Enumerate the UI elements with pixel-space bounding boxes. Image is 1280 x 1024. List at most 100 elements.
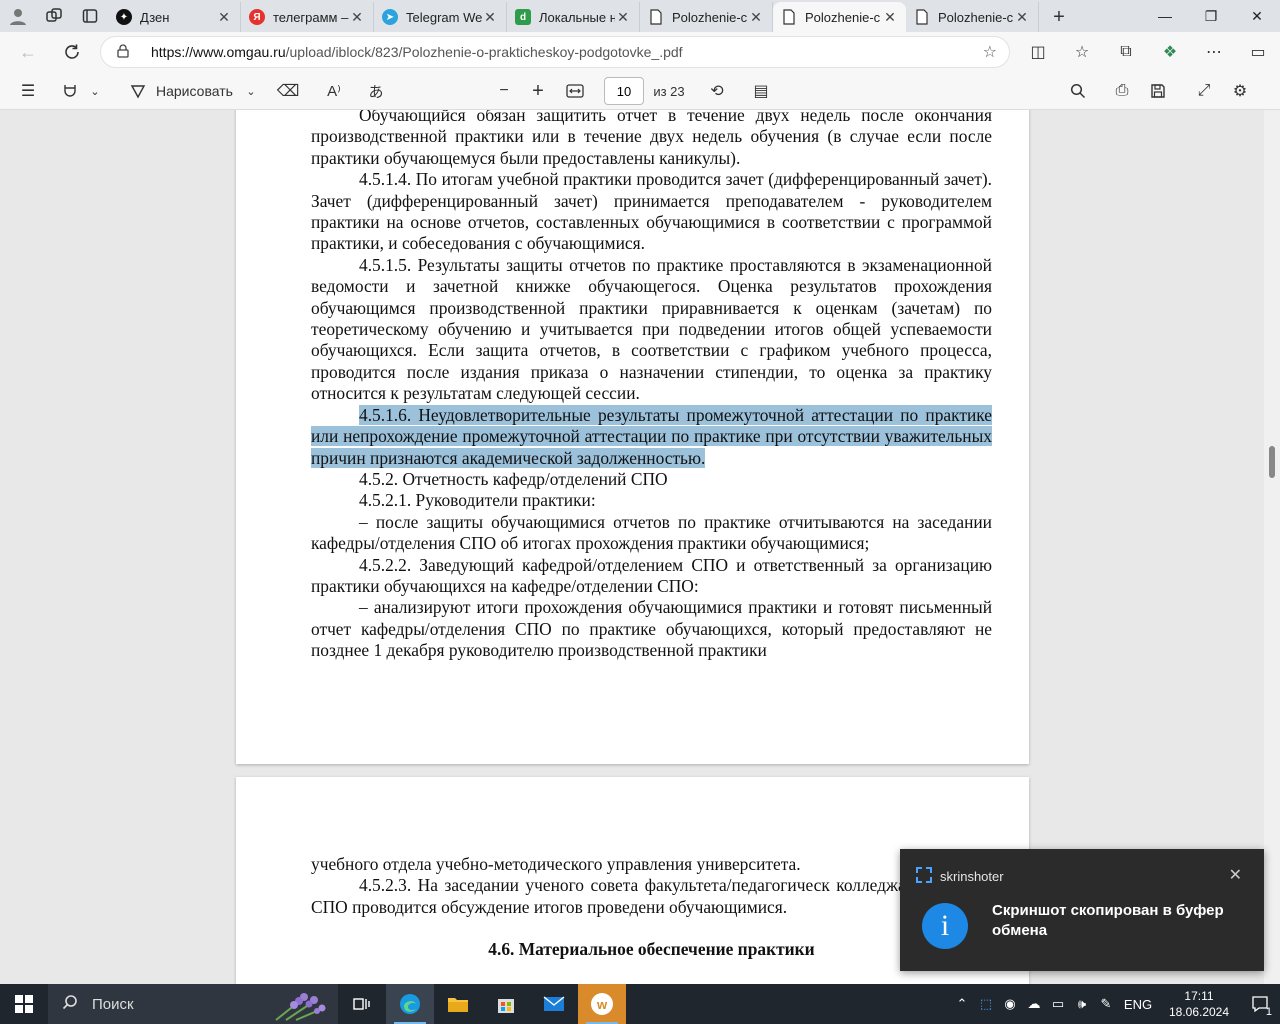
close-icon[interactable]: ✕ (482, 9, 498, 26)
toast-message: Скриншот скопирован в буфер обмена (992, 902, 1224, 939)
search-icon[interactable] (1064, 72, 1092, 110)
language-indicator[interactable]: ENG (1118, 997, 1158, 1012)
notification-toast[interactable]: skrinshoter ✕ i Скриншот скопирован в бу… (900, 849, 1264, 971)
paragraph: 4.5.2.3. На заседании ученого совета фак… (311, 875, 992, 917)
more-menu-icon[interactable]: ⋯ (1192, 32, 1236, 72)
edge-browser-icon[interactable] (386, 984, 434, 1024)
tab-telegram[interactable]: ➤ Telegram We ✕ (374, 2, 507, 32)
close-icon[interactable]: ✕ (748, 9, 764, 26)
close-icon[interactable]: ✕ (216, 9, 232, 26)
split-screen-icon[interactable]: ◫ (1016, 32, 1060, 72)
restore-button[interactable]: ❐ (1188, 0, 1234, 32)
url-host: https://www.omgau.ru (151, 44, 286, 60)
tab-yandex[interactable]: Я телеграмм – ✕ (241, 2, 374, 32)
tab-title: Telegram We (406, 9, 482, 25)
paragraph: Обучающийся обязан защитить отчет в тече… (311, 110, 992, 168)
tab-pdf-active[interactable]: Polozhenie-c ✕ (773, 2, 906, 32)
tab-strip: ✦ Дзен ✕ Я телеграмм – ✕ ➤ Telegram We ✕… (0, 0, 1280, 32)
tab-actions-icon[interactable] (72, 0, 108, 32)
taskbar-search[interactable]: Поиск (48, 984, 338, 1024)
tab-title: телеграмм – (273, 9, 349, 25)
rotate-icon[interactable]: ⟲ (702, 72, 732, 110)
tab-title: Polozhenie-c (672, 9, 748, 25)
zoom-in-icon[interactable]: + (524, 72, 552, 110)
page-number-input[interactable]: 10 (604, 77, 644, 105)
tab-title: Локальные н (539, 9, 615, 25)
section-heading: 4.5.2. Отчетность кафедр/отделений СПО (359, 468, 668, 489)
file-explorer-icon[interactable] (434, 984, 482, 1024)
address-bar[interactable]: https://www.omgau.ru/upload/iblock/823/P… (100, 36, 1010, 68)
page-view-icon[interactable]: ▤ (746, 72, 776, 110)
tab-pdf-3[interactable]: Polozhenie-c ✕ (906, 2, 1039, 32)
paragraph: 4.5.1.4. По итогам учебной практики пров… (311, 169, 992, 254)
mail-icon[interactable] (530, 984, 578, 1024)
start-button[interactable] (0, 984, 48, 1024)
telegram-icon: ➤ (382, 9, 398, 25)
close-icon[interactable]: ✕ (1229, 865, 1242, 885)
screenshot-tray-icon[interactable]: ⬚ (974, 996, 998, 1012)
text-selection[interactable]: 4.5.1.6. Неудовлетворительные результаты… (311, 404, 992, 468)
collections-icon[interactable]: ⧉ (1104, 32, 1148, 72)
zoom-out-icon[interactable]: − (490, 72, 518, 110)
contents-icon[interactable]: ☰ (14, 72, 42, 110)
taskbar: Поиск w ⌃ ⬚ ◉ ☁ ▭ 🕪 ✎ ENG 17:11 18.06.20 (0, 984, 1280, 1024)
eraser-icon[interactable]: ⌫ (274, 72, 302, 110)
section-heading: 4.6. Материальное обеспечение практики (488, 939, 815, 960)
scrollbar-thumb[interactable] (1269, 446, 1275, 478)
tab-local[interactable]: d Локальные н ✕ (507, 2, 640, 32)
webcam-icon[interactable]: ◉ (998, 996, 1022, 1012)
chevron-down-icon[interactable]: ⌄ (86, 72, 104, 110)
lock-icon[interactable] (117, 43, 137, 61)
translate-icon[interactable]: あ (362, 72, 390, 110)
page-total: из 23 (653, 83, 685, 99)
pen-icon[interactable]: ✎ (1094, 996, 1118, 1012)
print-icon[interactable]: ⎙ (1108, 72, 1136, 110)
tab-pdf-1[interactable]: Polozhenie-c ✕ (640, 2, 773, 32)
pdf-file-icon (781, 9, 797, 25)
vertical-scrollbar[interactable] (1264, 110, 1280, 984)
close-icon[interactable]: ✕ (882, 9, 898, 26)
save-icon[interactable] (1144, 72, 1172, 110)
microsoft-store-icon[interactable] (482, 984, 530, 1024)
chevron-up-icon[interactable]: ⌃ (950, 996, 974, 1012)
clock[interactable]: 17:11 18.06.2024 (1164, 988, 1234, 1020)
list-item: – после защиты обучающимися отчетов по п… (311, 511, 992, 554)
screenshot-app-taskbar-icon[interactable]: w (578, 984, 626, 1024)
pdf-file-icon (648, 9, 664, 25)
close-icon[interactable]: ✕ (1014, 9, 1030, 26)
pdf-toolbar: ☰ ⌄ Нарисовать ⌄ ⌫ A⁾ あ − + 10 из 23 ⟲ ▤… (0, 72, 1280, 110)
workspaces-icon[interactable] (36, 0, 72, 32)
tab-dzen[interactable]: ✦ Дзен ✕ (108, 2, 241, 32)
notification-count: 1 (1265, 1006, 1272, 1018)
close-icon[interactable]: ✕ (615, 9, 631, 26)
fit-width-icon[interactable] (560, 72, 590, 110)
search-icon (62, 994, 78, 1015)
extensions-icon[interactable]: ❖ (1148, 32, 1192, 72)
notification-center-icon[interactable]: 1 (1240, 984, 1280, 1024)
highlight-icon[interactable] (56, 72, 84, 110)
info-icon: i (922, 903, 968, 949)
draw-icon[interactable] (124, 72, 152, 110)
close-window-button[interactable]: ✕ (1234, 0, 1280, 32)
highlighted-paragraph[interactable]: 4.5.1.6. Неудовлетворительные результаты… (311, 404, 992, 469)
system-tray: ⌃ ⬚ ◉ ☁ ▭ 🕪 ✎ ENG 17:11 18.06.2024 1 (950, 984, 1280, 1024)
draw-label[interactable]: Нарисовать (156, 72, 236, 110)
sidebar-toggle-icon[interactable]: ▭ (1236, 32, 1280, 72)
minimize-button[interactable]: — (1142, 0, 1188, 32)
settings-gear-icon[interactable]: ⚙ (1226, 72, 1254, 110)
favorites-icon[interactable]: ☆ (1060, 32, 1104, 72)
read-aloud-icon[interactable]: A⁾ (320, 72, 348, 110)
network-icon[interactable]: ▭ (1046, 996, 1070, 1012)
reload-button[interactable] (52, 32, 92, 72)
chevron-down-icon[interactable]: ⌄ (242, 72, 260, 110)
cloud-icon[interactable]: ☁ (1022, 996, 1046, 1012)
close-icon[interactable]: ✕ (349, 9, 365, 26)
task-view-icon[interactable] (338, 984, 386, 1024)
favorite-star-icon[interactable]: ☆ (983, 42, 997, 62)
fullscreen-icon[interactable]: ⤢ (1190, 72, 1218, 110)
back-button[interactable]: ← (8, 32, 48, 72)
new-tab-button[interactable]: + (1039, 2, 1079, 32)
pdf-file-icon (914, 9, 930, 25)
volume-icon[interactable]: 🕪 (1070, 996, 1094, 1012)
profile-icon[interactable] (0, 0, 36, 32)
